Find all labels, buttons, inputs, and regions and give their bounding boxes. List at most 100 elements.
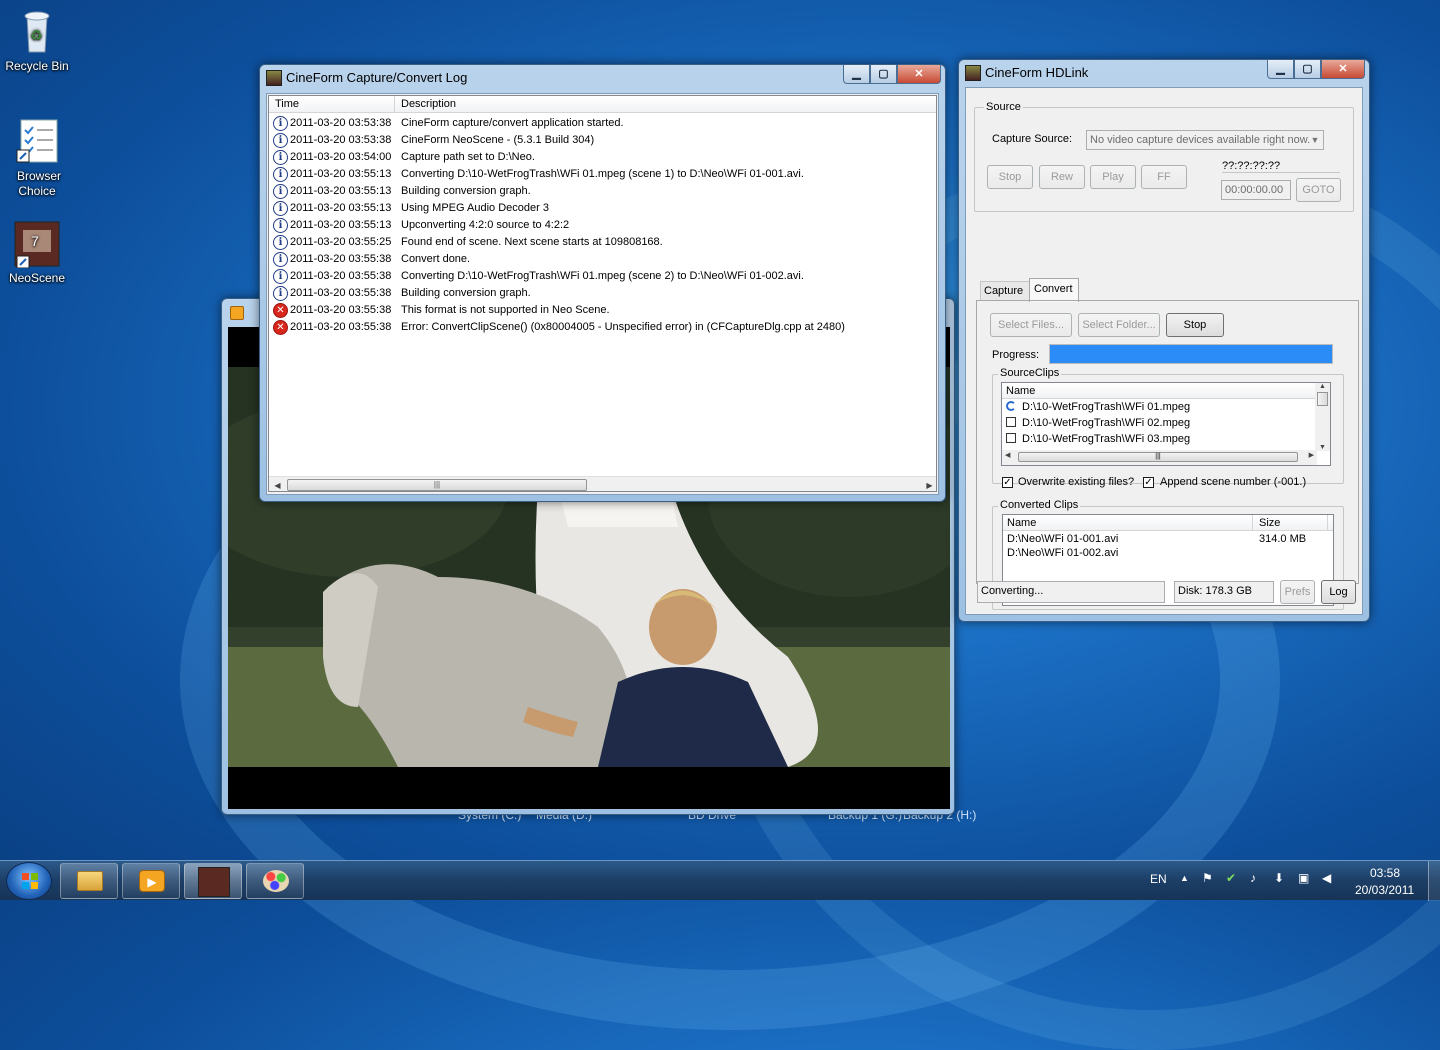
log-row[interactable]: i 2011-03-20 03:55:38 Converting D:\10-Wet… xyxy=(269,268,929,285)
log-row[interactable]: i 2011-03-20 03:54:00 Capture path set to … xyxy=(269,149,929,166)
scroll-left-icon[interactable]: ◀ xyxy=(1005,451,1010,459)
action-center-flag-icon[interactable]: ⚑ xyxy=(1202,871,1213,885)
log-time: 2011-03-20 03:53:38 xyxy=(290,134,392,146)
clock-date[interactable]: 20/03/2011 xyxy=(1355,883,1414,897)
append-scene-checkbox[interactable]: ✓ xyxy=(1143,477,1154,488)
log-description: This format is not supported in Neo Scen… xyxy=(401,304,610,316)
source-clip-name: D:\10-WetFrogTrash\WFi 01.mpeg xyxy=(1022,401,1191,413)
speaker-icon[interactable]: ♪ xyxy=(1250,871,1256,885)
log-row[interactable]: i 2011-03-20 03:55:38 Convert done. xyxy=(269,251,929,268)
processing-icon[interactable] xyxy=(1006,401,1016,411)
security-shield-icon[interactable]: ✔ xyxy=(1226,871,1236,885)
language-indicator[interactable]: EN xyxy=(1150,872,1167,886)
column-header-time[interactable]: Time xyxy=(269,96,395,113)
log-row[interactable]: i 2011-03-20 03:55:13 Converting D:\10-Wet… xyxy=(269,166,929,183)
column-header-size[interactable]: Size xyxy=(1259,517,1280,529)
clip-checkbox[interactable] xyxy=(1006,417,1016,427)
maximize-button[interactable]: ▢ xyxy=(870,65,897,84)
taskbar-media-player-button[interactable]: ▶ xyxy=(122,863,180,899)
converted-clips-header: Name Size xyxy=(1003,515,1333,531)
chevron-down-icon[interactable]: ▼ xyxy=(1307,132,1323,148)
overwrite-checkbox[interactable]: ✓ xyxy=(1002,477,1013,488)
source-clips-vertical-scrollbar[interactable]: ▲ ▼ xyxy=(1315,383,1330,451)
source-clips-horizontal-scrollbar[interactable]: ◀ ||| ▶ xyxy=(1002,450,1317,465)
hdlink-titlebar[interactable]: CineForm HDLink ▁ ▢ ✕ xyxy=(959,60,1369,86)
log-row[interactable]: i 2011-03-20 03:55:13 Upconverting 4:2:0 s… xyxy=(269,217,929,234)
scroll-thumb[interactable] xyxy=(1317,392,1328,406)
clock-time[interactable]: 03:58 xyxy=(1370,866,1400,880)
select-folder-button[interactable]: Select Folder... xyxy=(1078,313,1160,337)
log-row[interactable]: i 2011-03-20 03:55:13 Using MPEG Audio Dec… xyxy=(269,200,929,217)
tab-convert[interactable]: Convert xyxy=(1029,278,1079,302)
scroll-thumb[interactable]: ||| xyxy=(287,479,587,491)
scroll-right-icon[interactable]: ▶ xyxy=(1309,451,1314,459)
scroll-up-icon[interactable]: ▲ xyxy=(1315,383,1330,390)
goto-timecode-input[interactable]: 00:00:00.00 xyxy=(1221,180,1291,200)
scroll-left-icon[interactable]: ◀ xyxy=(269,477,286,491)
play-button[interactable]: Play xyxy=(1090,165,1136,189)
desktop-icon-recycle-bin[interactable]: ♻ Recycle Bin xyxy=(0,8,74,74)
stop-convert-button[interactable]: Stop xyxy=(1166,313,1224,337)
log-description: Using MPEG Audio Decoder 3 xyxy=(401,202,549,214)
stop-transport-button[interactable]: Stop xyxy=(987,165,1033,189)
log-description: Upconverting 4:2:0 source to 4:2:2 xyxy=(401,219,570,231)
log-row[interactable]: i 2011-03-20 03:55:13 Building conversion … xyxy=(269,183,929,200)
log-row[interactable]: i 2011-03-20 03:53:38 CineForm NeoScene - … xyxy=(269,132,929,149)
log-window-titlebar[interactable]: CineForm Capture/Convert Log ▁ ▢ ✕ xyxy=(260,65,945,91)
scroll-down-icon[interactable]: ▼ xyxy=(1315,444,1330,451)
maximize-button[interactable]: ▢ xyxy=(1294,60,1321,79)
close-button[interactable]: ✕ xyxy=(1321,60,1365,79)
desktop-icon-browser-choice[interactable]: Browser Choice xyxy=(0,118,74,199)
show-desktop-button[interactable] xyxy=(1428,861,1440,901)
close-button[interactable]: ✕ xyxy=(897,65,941,84)
hdlink-client: Source Capture Source: No video capture … xyxy=(965,87,1363,615)
minimize-button[interactable]: ▁ xyxy=(1267,60,1294,79)
network-icon[interactable]: ▣ xyxy=(1298,871,1309,885)
converted-clip-name[interactable]: D:\Neo\WFi 01-002.avi xyxy=(1007,547,1118,559)
fast-forward-button[interactable]: FF xyxy=(1141,165,1187,189)
scroll-right-icon[interactable]: ▶ xyxy=(921,477,936,491)
column-header-name[interactable]: Name xyxy=(1007,517,1036,529)
tab-capture[interactable]: Capture xyxy=(980,281,1030,301)
log-window[interactable]: CineForm Capture/Convert Log ▁ ▢ ✕ Time … xyxy=(259,64,946,502)
source-clip-row[interactable]: D:\10-WetFrogTrash\WFi 02.mpeg xyxy=(1006,417,1306,432)
prefs-button[interactable]: Prefs xyxy=(1280,580,1315,604)
log-row[interactable]: i 2011-03-20 03:55:25 Found end of scene. … xyxy=(269,234,929,251)
log-list[interactable]: Time Description i 2011-03-20 03:53:38 Cin… xyxy=(268,95,937,492)
source-clip-row[interactable]: D:\10-WetFrogTrash\WFi 01.mpeg xyxy=(1006,401,1306,416)
source-clips-label: SourceClips xyxy=(998,367,1062,379)
clip-checkbox[interactable] xyxy=(1006,433,1016,443)
column-header-name[interactable]: Name xyxy=(1006,385,1035,397)
desktop-icon-neoscene[interactable]: 7 NeoScene xyxy=(0,220,74,286)
start-button[interactable] xyxy=(6,862,52,900)
select-files-button[interactable]: Select Files... xyxy=(990,313,1072,337)
hdlink-window[interactable]: CineForm HDLink ▁ ▢ ✕ Source Capture Sou… xyxy=(958,59,1370,622)
log-row[interactable]: i 2011-03-20 03:55:38 Building conversion … xyxy=(269,285,929,302)
log-description: CineForm capture/convert application sta… xyxy=(401,117,624,129)
scroll-thumb[interactable]: ||| xyxy=(1018,452,1298,462)
source-clips-list[interactable]: Name D:\10-WetFrogTrash\WFi 01.mpeg D:\10… xyxy=(1001,382,1331,466)
taskbar-paint-button[interactable] xyxy=(246,863,304,899)
converted-clip-name[interactable]: D:\Neo\WFi 01-001.avi xyxy=(1007,533,1118,545)
show-hidden-icons-icon[interactable]: ▲ xyxy=(1180,873,1189,883)
update-icon[interactable]: ⬇ xyxy=(1274,871,1284,885)
log-row[interactable]: ✕ 2011-03-20 03:55:38 Error: ConvertClipSc… xyxy=(269,319,929,336)
rewind-button[interactable]: Rew xyxy=(1039,165,1085,189)
goto-button[interactable]: GOTO xyxy=(1296,178,1341,202)
info-icon: i xyxy=(273,150,288,165)
capture-source-select[interactable]: No video capture devices available right… xyxy=(1086,130,1324,150)
log-row[interactable]: i 2011-03-20 03:53:38 CineForm capture/con… xyxy=(269,115,929,132)
film-clapper-icon xyxy=(198,867,230,897)
svg-text:♻: ♻ xyxy=(30,27,43,43)
column-header-description[interactable]: Description xyxy=(395,96,936,113)
log-row[interactable]: ✕ 2011-03-20 03:55:38 This format is not s… xyxy=(269,302,929,319)
volume-icon[interactable]: ◀ xyxy=(1322,871,1331,885)
column-divider xyxy=(1252,515,1253,531)
minimize-button[interactable]: ▁ xyxy=(843,65,870,84)
log-time: 2011-03-20 03:55:38 xyxy=(290,253,392,265)
log-button[interactable]: Log xyxy=(1321,580,1356,604)
log-horizontal-scrollbar[interactable]: ◀ ||| ▶ xyxy=(269,476,936,491)
taskbar-explorer-button[interactable] xyxy=(60,863,118,899)
taskbar-neoscene-button[interactable] xyxy=(184,863,242,899)
source-clip-row[interactable]: D:\10-WetFrogTrash\WFi 03.mpeg xyxy=(1006,433,1306,448)
